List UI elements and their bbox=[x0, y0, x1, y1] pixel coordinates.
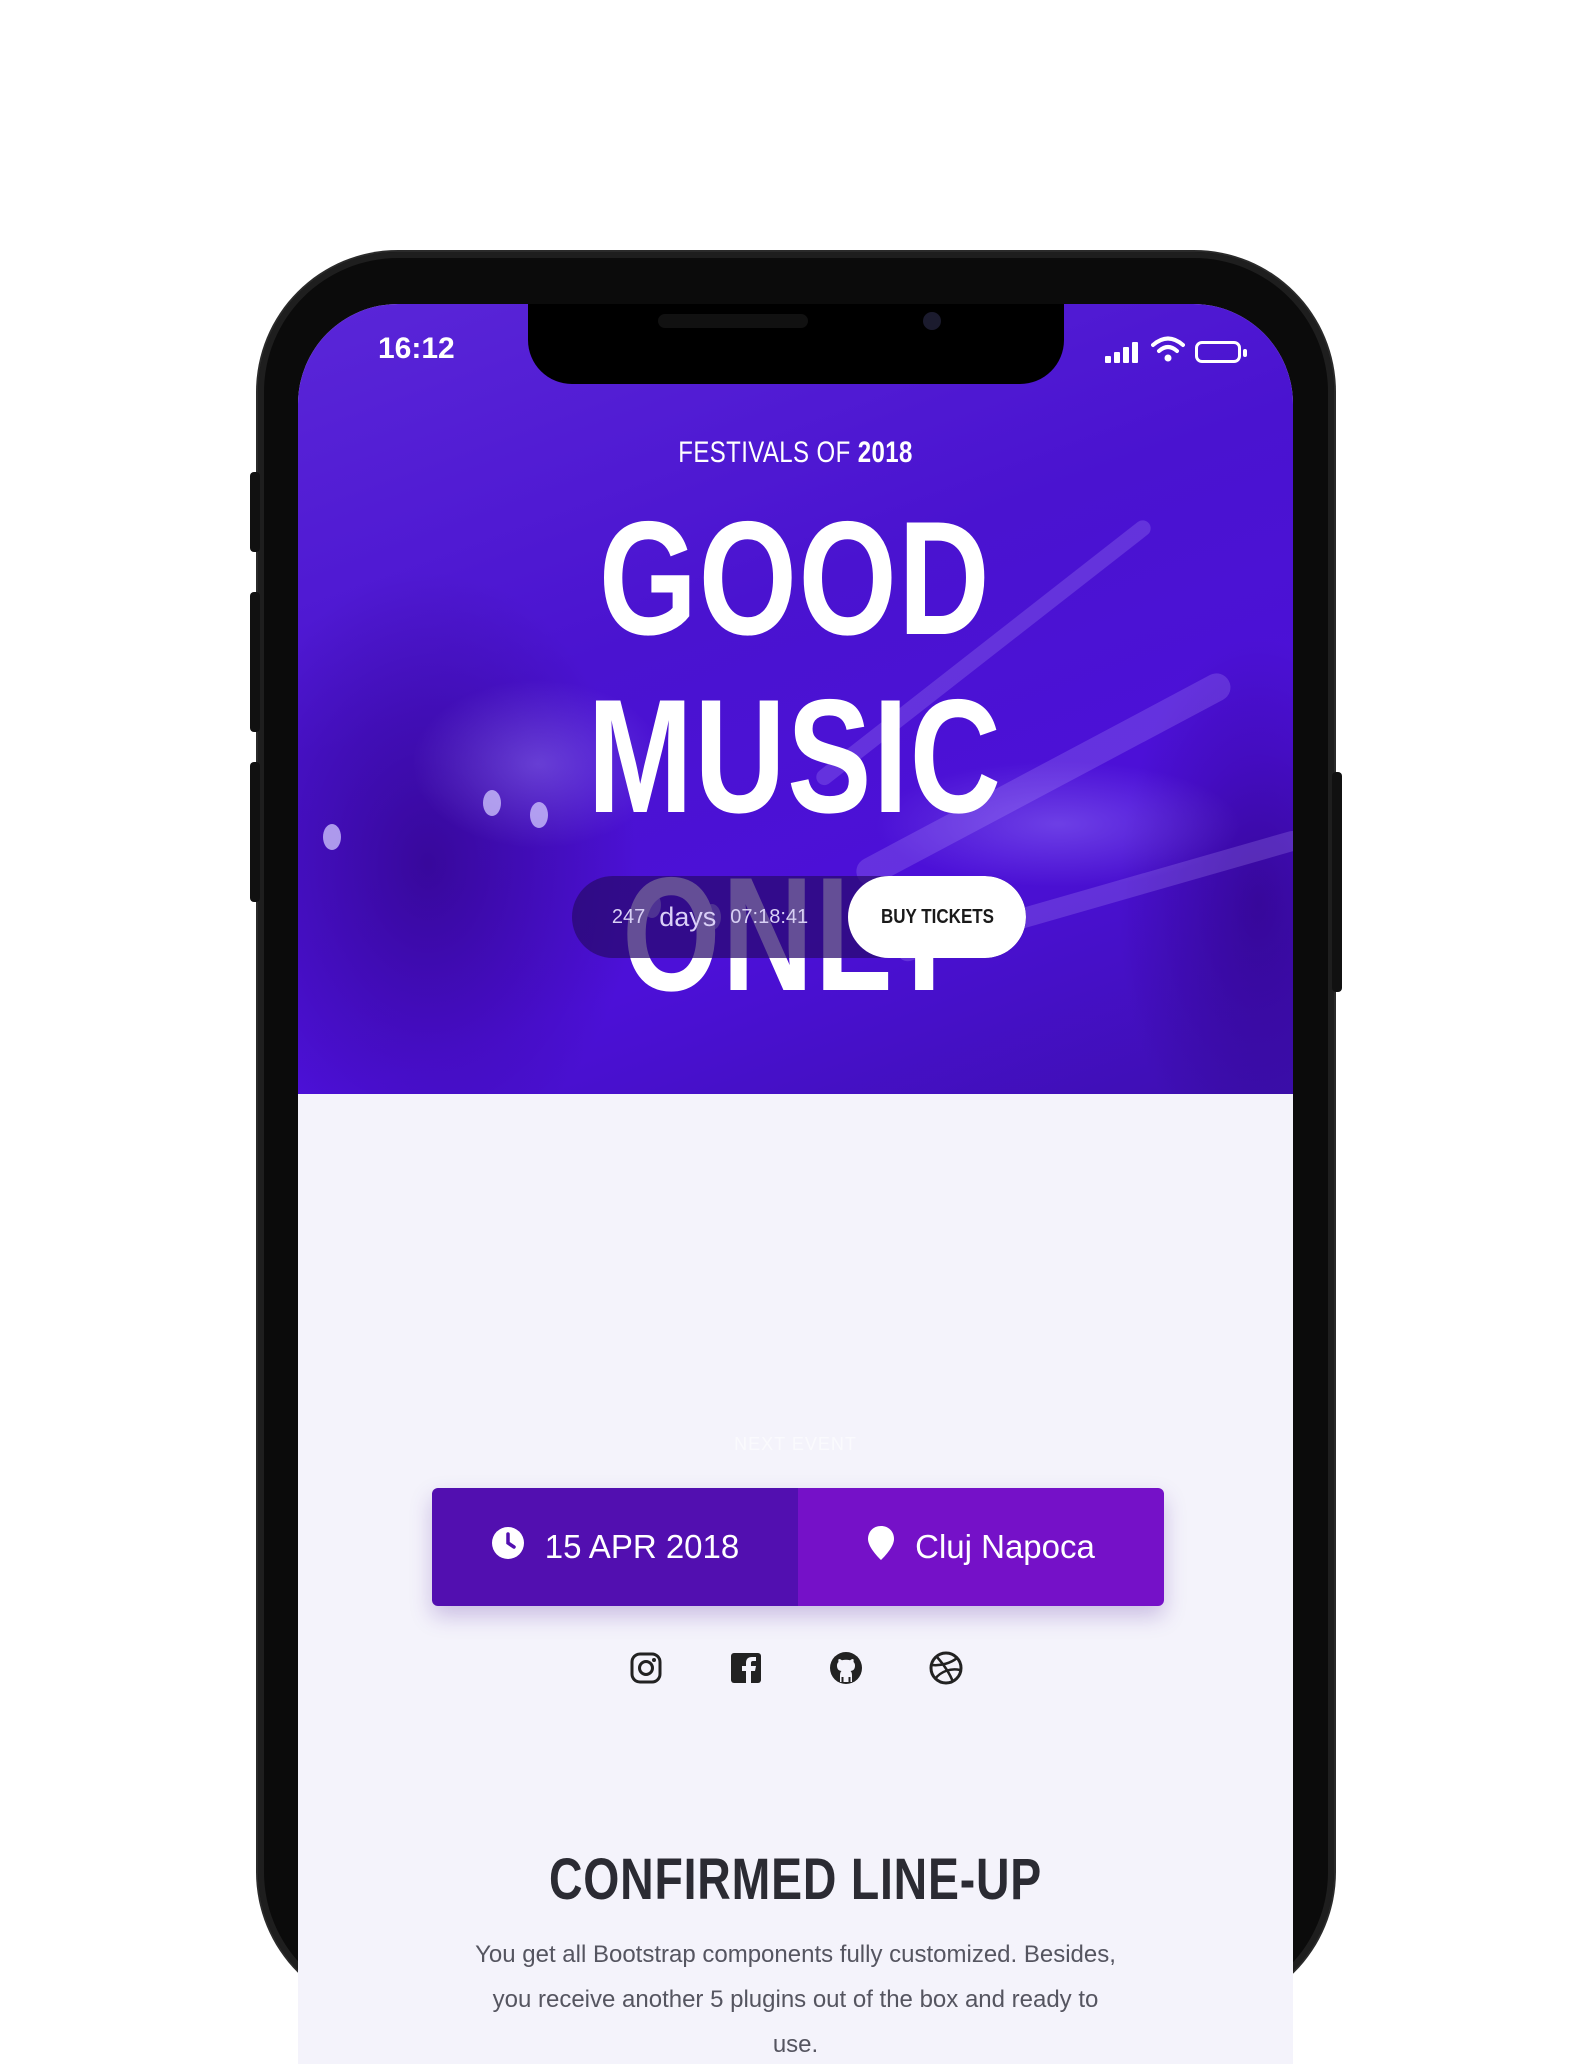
hero-section: 16:12 FESTIVALS OF 2018 GOOD MUSIC ONLY … bbox=[298, 304, 1293, 1094]
signal-icon bbox=[1105, 341, 1141, 363]
stage-light bbox=[323, 824, 341, 850]
countdown-days: 247 bbox=[611, 905, 646, 928]
volume-up-button bbox=[250, 592, 260, 732]
countdown-days-label: days bbox=[659, 901, 717, 932]
event-date-text: 15 APR 2018 bbox=[544, 1528, 740, 1565]
camera-icon bbox=[923, 312, 941, 330]
event-location-text: Cluj Napoca bbox=[915, 1528, 1095, 1565]
volume-down-button bbox=[250, 762, 260, 902]
mute-switch bbox=[250, 472, 260, 552]
clock-icon bbox=[491, 1526, 525, 1568]
phone-frame: 16:12 FESTIVALS OF 2018 GOOD MUSIC ONLY … bbox=[250, 252, 1342, 2064]
phone-screen: 16:12 FESTIVALS OF 2018 GOOD MUSIC ONLY … bbox=[298, 304, 1293, 2064]
wifi-icon bbox=[1151, 336, 1185, 367]
kicker-year: 2018 bbox=[857, 436, 913, 469]
github-icon[interactable] bbox=[828, 1650, 864, 1686]
stage-light bbox=[483, 790, 501, 816]
instagram-icon[interactable] bbox=[628, 1650, 664, 1686]
lineup-title: CONFIRMED LINE-UP bbox=[548, 1847, 1043, 1912]
lineup-description: You get all Bootstrap components fully c… bbox=[475, 1941, 1116, 2058]
facebook-icon[interactable] bbox=[728, 1650, 764, 1686]
status-time: 16:12 bbox=[378, 332, 455, 365]
countdown: 247 days 07:18:41 bbox=[572, 876, 848, 958]
countdown-cta: 247 days 07:18:41 BUY TICKETS bbox=[572, 876, 1026, 958]
status-icons bbox=[1105, 336, 1247, 367]
speaker-grille bbox=[658, 314, 808, 328]
next-event-label: NEXT EVENT bbox=[734, 1434, 857, 1454]
buy-tickets-button[interactable]: BUY TICKETS bbox=[848, 876, 1026, 958]
battery-icon bbox=[1195, 340, 1247, 363]
next-event-bar: 15 APR 2018 Cluj Napoca bbox=[432, 1488, 1164, 1606]
buy-tickets-label: BUY TICKETS bbox=[880, 905, 994, 928]
kicker-prefix: FESTIVALS OF bbox=[678, 436, 851, 469]
hero-kicker: FESTIVALS OF 2018 bbox=[398, 436, 1194, 470]
social-links bbox=[298, 1650, 1293, 1686]
dribbble-icon[interactable] bbox=[928, 1650, 964, 1686]
countdown-time: 07:18:41 bbox=[730, 905, 809, 928]
power-button bbox=[1332, 772, 1342, 992]
event-date: 15 APR 2018 bbox=[432, 1488, 798, 1606]
location-pin-icon bbox=[867, 1525, 895, 1569]
event-location: Cluj Napoca bbox=[798, 1488, 1164, 1606]
phone-notch bbox=[528, 304, 1064, 384]
